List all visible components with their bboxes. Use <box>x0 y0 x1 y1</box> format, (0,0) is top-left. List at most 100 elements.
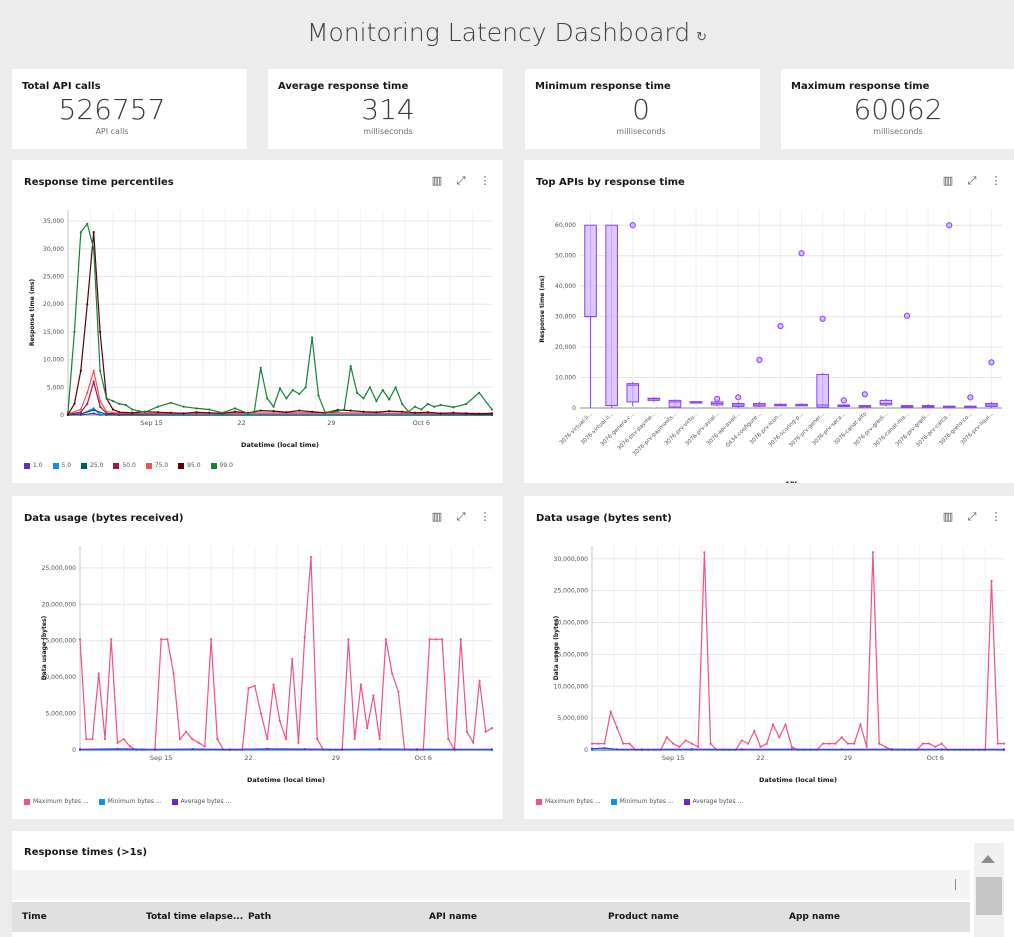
table-view-icon[interactable]: ▥ <box>942 510 954 524</box>
legend-item[interactable]: 50.0 <box>113 462 136 469</box>
expand-icon[interactable]: ⤢ <box>455 510 467 524</box>
legend-item[interactable]: 95.0 <box>178 462 201 469</box>
data-point <box>343 408 346 411</box>
expand-icon[interactable]: ⤢ <box>966 174 978 188</box>
box-outlier <box>819 315 826 322</box>
panel-title: Top APIs by response time <box>536 177 685 188</box>
data-point <box>368 386 372 389</box>
y-tick-label: 15,000 <box>43 329 64 336</box>
data-point <box>996 742 999 745</box>
y-tick-label: 10,000,000 <box>554 683 589 690</box>
table-header: Time Total time elapse... Path API name … <box>12 902 970 932</box>
data-point <box>452 411 455 414</box>
data-point <box>615 748 619 751</box>
data-point <box>381 388 384 392</box>
column-header-api-name[interactable]: API name <box>429 912 477 922</box>
column-header-time[interactable]: Time <box>22 912 47 922</box>
data-point <box>309 555 313 559</box>
legend-swatch <box>113 462 120 469</box>
table-scrollbar[interactable] <box>974 843 1004 937</box>
legend-item[interactable]: 1.0 <box>24 462 43 469</box>
data-point <box>420 408 423 411</box>
panel-title: Data usage (bytes sent) <box>536 513 672 524</box>
y-tick-label: 20,000 <box>555 344 576 351</box>
legend-swatch <box>178 462 185 469</box>
x-axis-label: Datetime (local time) <box>247 776 325 784</box>
data-point <box>415 748 419 751</box>
column-header-app-name[interactable]: App name <box>789 912 840 922</box>
column-header-path[interactable]: Path <box>248 912 271 922</box>
data-point <box>759 745 762 748</box>
expand-icon[interactable]: ⤢ <box>966 510 978 524</box>
data-point <box>66 411 70 414</box>
overflow-menu-icon[interactable]: ⋮ <box>990 174 1002 188</box>
scroll-up-arrow-icon[interactable] <box>981 855 995 863</box>
data-point <box>940 748 943 751</box>
data-point <box>353 737 356 741</box>
data-point <box>388 398 391 401</box>
data-point <box>884 745 887 748</box>
data-point <box>197 741 200 744</box>
legend-item[interactable]: 5.0 <box>52 462 71 469</box>
data-point <box>285 397 288 400</box>
table-view-icon[interactable]: ▥ <box>942 174 954 188</box>
legend-item[interactable]: Minimum bytes ... <box>610 798 674 805</box>
column-header-product-name[interactable]: Product name <box>608 912 679 922</box>
legend-item[interactable]: Maximum bytes ... <box>536 798 601 805</box>
data-point <box>784 723 787 726</box>
data-point <box>118 411 121 414</box>
legend-item[interactable]: 75.0 <box>145 462 168 469</box>
data-point <box>453 748 456 751</box>
legend-item[interactable]: Average bytes ... <box>171 798 231 805</box>
overflow-menu-icon[interactable]: ⋮ <box>479 510 491 524</box>
x-axis-label: Datetime (local time) <box>241 441 319 449</box>
data-point <box>790 748 793 751</box>
data-point <box>259 409 262 412</box>
table-view-icon[interactable]: ▥ <box>431 510 443 524</box>
legend-item[interactable]: Maximum bytes ... <box>24 798 89 805</box>
table-view-icon[interactable]: ▥ <box>431 174 443 188</box>
data-point <box>746 742 750 745</box>
data-point <box>79 411 82 414</box>
legend-label: 50.0 <box>122 462 136 469</box>
legend-item[interactable]: Average bytes ... <box>683 798 744 805</box>
panel-title: Response times (>1s) <box>24 847 148 858</box>
legend-swatch <box>145 462 152 469</box>
legend-item[interactable]: Minimum bytes ... <box>98 798 162 805</box>
toolbar-divider <box>955 879 956 890</box>
column-header-total-time[interactable]: Total time elapse... <box>146 912 243 922</box>
x-tick-label: 22 <box>756 754 764 762</box>
data-point <box>459 638 462 641</box>
data-point <box>156 405 160 408</box>
scroll-thumb[interactable] <box>976 877 1002 915</box>
overflow-menu-icon[interactable]: ⋮ <box>479 174 491 188</box>
box-outlier <box>946 222 953 229</box>
data-point <box>640 748 644 751</box>
data-point <box>86 303 89 306</box>
overflow-menu-icon[interactable]: ⋮ <box>990 510 1002 524</box>
data-point <box>153 748 157 751</box>
x-axis-label: API <box>785 480 797 483</box>
data-point <box>375 400 378 403</box>
data-point <box>426 402 429 406</box>
data-point <box>684 739 687 742</box>
refresh-icon[interactable]: ↻ <box>696 30 707 45</box>
data-point <box>921 742 924 745</box>
data-point <box>259 366 262 370</box>
legend-item[interactable]: 99.0 <box>210 462 233 469</box>
data-point <box>124 403 127 407</box>
data-point <box>79 408 82 411</box>
data-point <box>740 739 743 742</box>
legend-label: Average bytes ... <box>692 798 744 805</box>
data-point <box>765 742 768 745</box>
data-point <box>208 411 211 414</box>
data-point <box>349 365 352 368</box>
data-point <box>878 742 881 745</box>
data-point <box>105 397 108 400</box>
data-point <box>99 405 102 408</box>
legend-item[interactable]: 25.0 <box>81 462 103 469</box>
data-point <box>91 737 94 741</box>
data-point <box>79 231 82 234</box>
expand-icon[interactable]: ⤢ <box>455 174 467 188</box>
data-point <box>272 405 275 408</box>
